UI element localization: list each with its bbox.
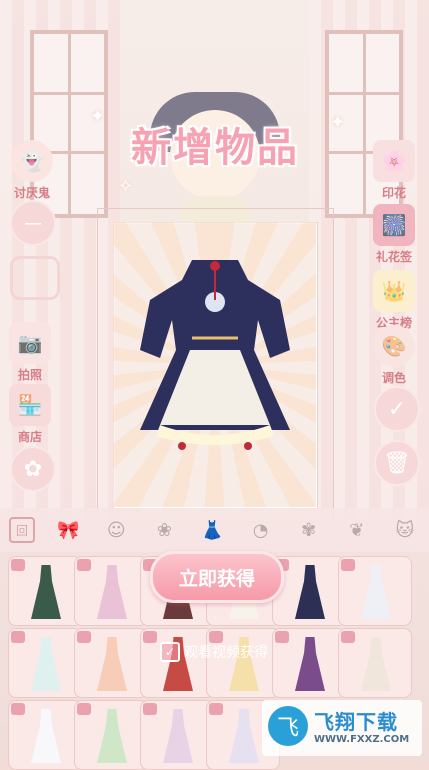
- grid-item[interactable]: [8, 700, 82, 770]
- dress-thumbnail: [97, 637, 127, 691]
- dress-thumbnail: [97, 709, 127, 763]
- new-item-title: 新增物品: [131, 125, 299, 171]
- tab-leaf[interactable]: ❦: [342, 515, 372, 545]
- watermark: 飞 飞翔下载 WWW.FXXZ.COM: [262, 700, 422, 756]
- watermark-name: 飞翔下载: [314, 710, 398, 734]
- watermark-logo: 飞: [268, 706, 308, 746]
- watch-video-label: 观看视频获得: [184, 645, 268, 661]
- item-tag-icon: [11, 631, 25, 643]
- dress-thumbnail: [163, 709, 193, 763]
- fan-icon: ◔: [252, 519, 269, 541]
- item-tag-icon: [143, 703, 157, 715]
- item-tag-icon: [143, 631, 157, 643]
- item-tag-icon: [209, 703, 223, 715]
- cat-icon: 🐱: [395, 519, 415, 541]
- item-tag-icon: [77, 631, 91, 643]
- dress-thumbnail: [97, 565, 127, 619]
- item-tag-icon: [341, 631, 355, 643]
- grid-item[interactable]: [272, 556, 346, 626]
- grid-item[interactable]: [74, 628, 148, 698]
- watermark-url: WWW.FXXZ.COM: [314, 734, 410, 745]
- grid-item[interactable]: [74, 700, 148, 770]
- bow-icon: 🎀: [56, 519, 80, 541]
- item-tag-icon: [341, 559, 355, 571]
- grid-item[interactable]: [8, 556, 82, 626]
- item-tag-icon: [77, 559, 91, 571]
- tab-lotus[interactable]: ❀: [149, 515, 179, 545]
- lotus-icon: ✾: [301, 519, 317, 541]
- sparkle-icon: ✧: [118, 176, 134, 197]
- tab-bow[interactable]: 🎀: [53, 515, 83, 545]
- grid-item[interactable]: [272, 628, 346, 698]
- head-icon: ☺: [106, 519, 126, 541]
- tab-lotus-2[interactable]: ✾: [294, 515, 324, 545]
- tab-fan[interactable]: ◔: [246, 515, 276, 545]
- grid-item[interactable]: [74, 556, 148, 626]
- dress-thumbnail: [295, 637, 325, 691]
- dress-thumbnail: [31, 637, 61, 691]
- item-tag-icon: [77, 703, 91, 715]
- item-tag-icon: [11, 703, 25, 715]
- grid-item[interactable]: [338, 556, 412, 626]
- get-now-button[interactable]: 立即获得: [150, 551, 284, 603]
- grid-item[interactable]: [140, 700, 214, 770]
- grid-item[interactable]: [8, 628, 82, 698]
- sparkle-icon: ✦: [330, 112, 346, 133]
- new-item-dress-image: [130, 240, 300, 460]
- lotus-icon: ❀: [156, 519, 172, 541]
- grid-item[interactable]: [338, 628, 412, 698]
- item-tag-icon: [11, 559, 25, 571]
- dress-thumbnail: [31, 709, 61, 763]
- dress-thumbnail: [31, 565, 61, 619]
- category-tabs: 回 🎀 ☺ ❀ 👗 ◔ ✾ ❦ 🐱: [0, 508, 429, 552]
- tab-frame[interactable]: 回: [9, 517, 36, 543]
- dress-icon: 👗: [201, 519, 224, 541]
- tab-cat[interactable]: 🐱: [390, 515, 420, 545]
- tab-head[interactable]: ☺: [101, 515, 131, 545]
- frame-icon: 回: [16, 523, 29, 538]
- watch-video-option[interactable]: ✓ 观看视频获得: [160, 640, 268, 664]
- leaf-icon: ❦: [349, 519, 365, 541]
- tab-dress[interactable]: 👗: [197, 515, 227, 545]
- item-tag-icon: [275, 631, 289, 643]
- watch-video-checkbox[interactable]: ✓: [160, 642, 180, 662]
- dress-thumbnail: [361, 637, 391, 691]
- sparkle-icon: ✦: [90, 106, 106, 127]
- dress-thumbnail: [361, 565, 391, 619]
- dress-thumbnail: [295, 565, 325, 619]
- dress-thumbnail: [229, 709, 259, 763]
